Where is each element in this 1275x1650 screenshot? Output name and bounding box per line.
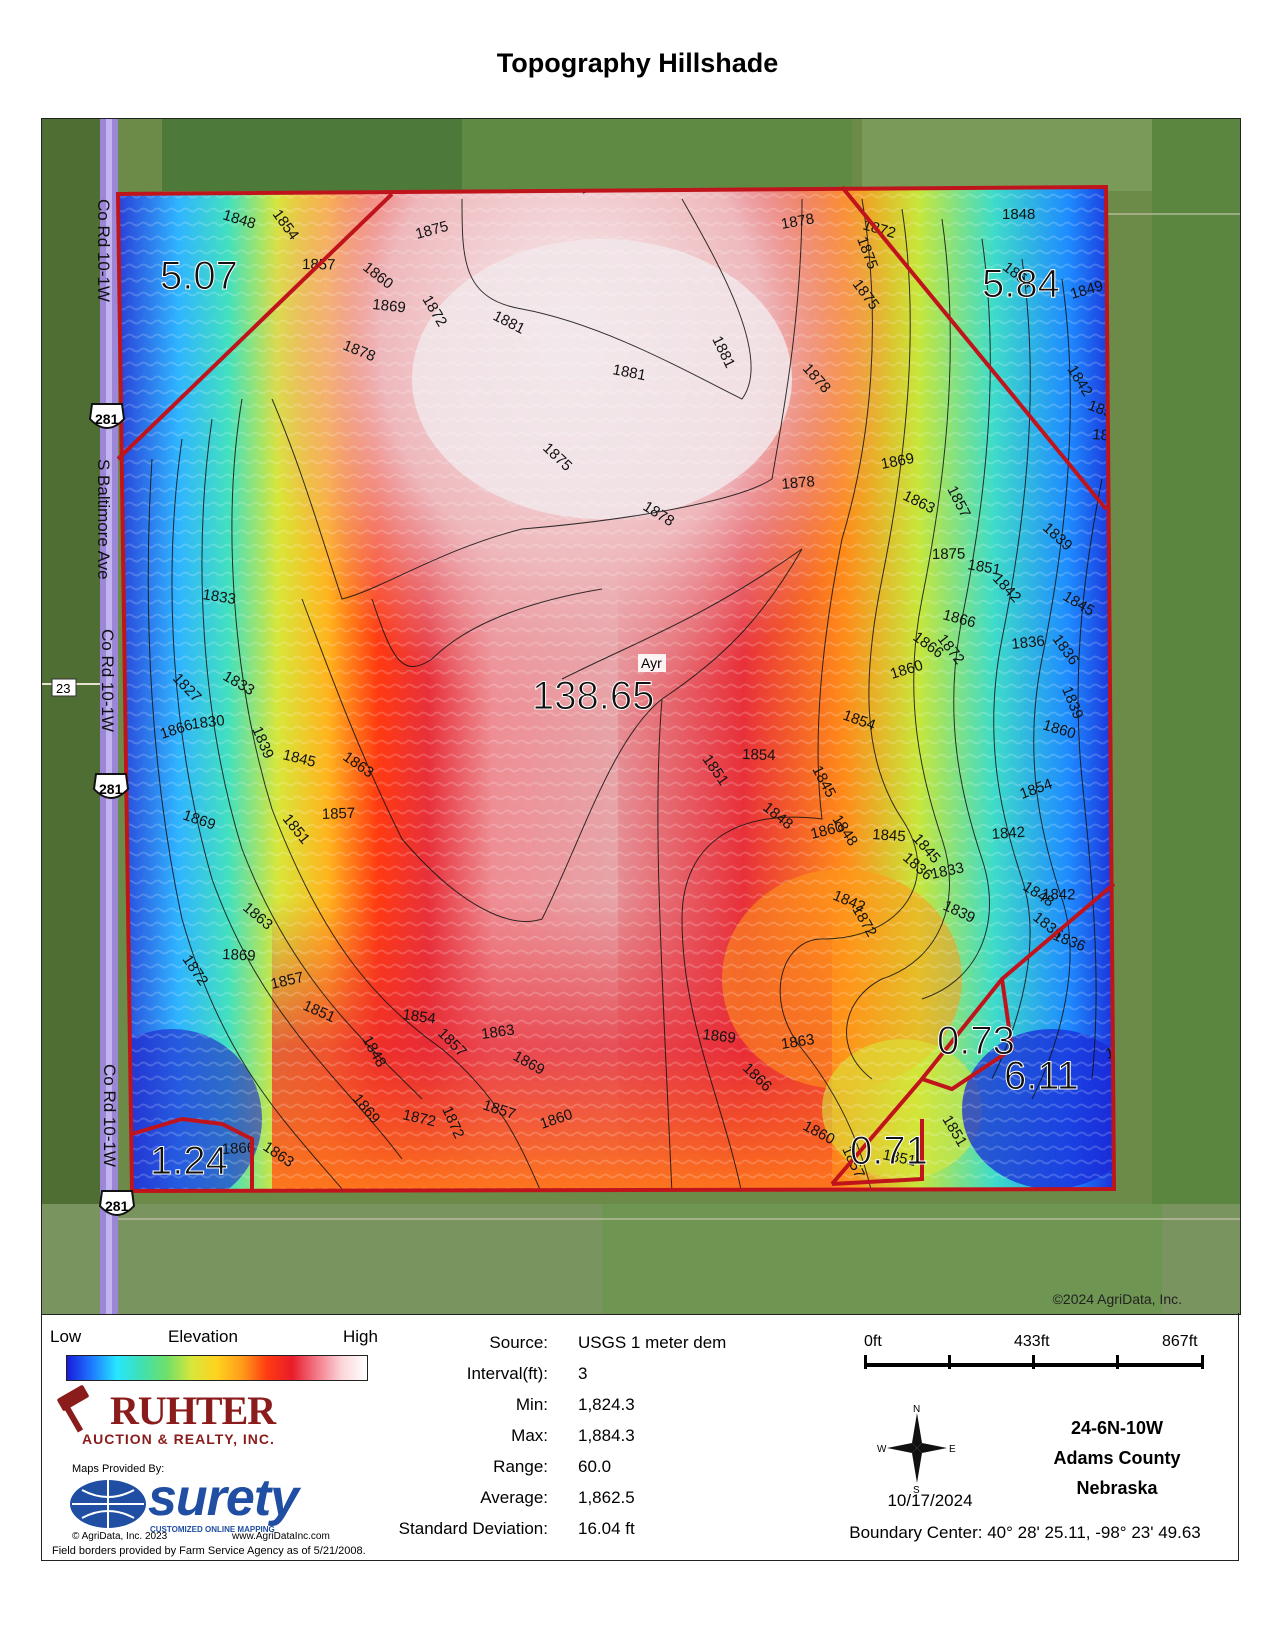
scale-label-867: 867ft [1162, 1333, 1198, 1350]
route-shield: 281 [98, 1190, 136, 1216]
aerial-field [462, 119, 852, 191]
scale-tick [948, 1355, 951, 1369]
scale-tick [1201, 1355, 1204, 1369]
surety-logo: surety CUSTOMIZED ONLINE MAPPING [68, 1469, 348, 1536]
agridata-copyright: © AgriData, Inc. 2023 [72, 1531, 168, 1542]
scale-bar: 0ft 433ft 867ft [864, 1333, 1214, 1383]
boundary-center: Boundary Center: 40° 28' 25.11, -98° 23'… [849, 1523, 1201, 1542]
scale-label-0: 0ft [864, 1333, 882, 1350]
legend-high: High [343, 1327, 378, 1346]
scale-label-433: 433ft [1014, 1333, 1050, 1350]
field-label-124[interactable]: 1.24 [150, 1139, 229, 1184]
field-label-13865[interactable]: 138.65 [532, 674, 655, 719]
field-label-611[interactable]: 6.11 [1004, 1054, 1080, 1099]
road-label: S Baltimore Ave [94, 459, 113, 580]
legend-panel: Low Elevation High RUHTER AUCTION & REAL… [41, 1313, 1239, 1561]
svg-text:N: N [913, 1404, 920, 1415]
scale-tick [1116, 1355, 1119, 1369]
surety-wordmark: surety [148, 1469, 299, 1527]
contour-label: 1878 [781, 473, 816, 493]
legend-elevation: Elevation [168, 1327, 238, 1346]
stat-row: Max: 1,884.3 [511, 1426, 635, 1445]
contour-label: 1848 [1002, 206, 1035, 223]
compass-icon: N S W E [877, 1404, 956, 1496]
elevation-gradient-bar [66, 1355, 368, 1381]
legend-low: Low [50, 1327, 82, 1346]
hillshade-map[interactable]: 1884184818541857186018751878187218691875… [42, 119, 1240, 1314]
field-label-507[interactable]: 5.07 [160, 254, 239, 299]
contour-label: 1836 [1011, 633, 1046, 653]
stat-row: Interval(ft): 3 [466, 1364, 588, 1383]
route-shield: 281 [92, 773, 130, 799]
road-label: Co Rd 10-1W [100, 1064, 119, 1167]
county-label: Adams County [1053, 1448, 1181, 1468]
section-label: 24-6N-10W [1070, 1418, 1164, 1438]
side-road-badge-label: 23 [56, 681, 70, 696]
map-viewport[interactable]: 1884184818541857186018751878187218691875… [41, 118, 1241, 1315]
svg-text:281: 281 [99, 781, 123, 797]
road-label: Co Rd 10-1W [98, 629, 117, 732]
page-title: Topography Hillshade [496, 48, 779, 78]
svg-text:E: E [949, 1444, 956, 1455]
stat-row: Min: 1,824.3 [515, 1395, 635, 1414]
svg-text:281: 281 [105, 1198, 129, 1214]
stat-row: Standard Deviation: 16.04 ft [398, 1519, 635, 1538]
road-label: Co Rd 10-1W [94, 199, 113, 302]
contour-label: 1845 [872, 826, 906, 845]
ruhter-subtitle: AUCTION & REALTY, INC. [82, 1431, 275, 1447]
fsa-note: Field borders provided by Farm Service A… [52, 1545, 366, 1557]
svg-text:W: W [877, 1444, 887, 1455]
aerial-field [862, 119, 1162, 191]
contour-label: 1869 [372, 296, 407, 316]
scale-tick [864, 1355, 867, 1369]
stat-row: Range: 60.0 [493, 1457, 612, 1476]
stat-row: Average: 1,862.5 [480, 1488, 635, 1507]
route-shield: 281 [88, 403, 126, 429]
scale-tick [1032, 1355, 1035, 1369]
contour-label: 1842 [991, 824, 1025, 843]
stat-row: Source: USGS 1 meter dem [489, 1333, 727, 1352]
field-label-071[interactable]: 0.71 [850, 1129, 929, 1174]
aerial-field [162, 119, 462, 191]
state-label: Nebraska [1076, 1478, 1158, 1498]
agridata-website[interactable]: www.AgriDataInc.com [232, 1531, 330, 1542]
globe-icon [70, 1480, 146, 1528]
contour-label: 1869 [222, 946, 256, 965]
location-block: 24-6N-10W Adams County Nebraska [1017, 1413, 1217, 1503]
field-label-584[interactable]: 5.84 [982, 262, 1061, 307]
contour-label: 1854 [742, 746, 776, 764]
aerial-strip [42, 119, 102, 1314]
contour-label: 1842 [1042, 886, 1076, 904]
compass-rose: N S W E [877, 1403, 957, 1496]
aerial-field [1152, 119, 1240, 1314]
ruhter-logo: RUHTER AUCTION & REALTY, INC. [52, 1385, 312, 1449]
contour-label: 1875 [932, 545, 966, 563]
stats-table: Source: USGS 1 meter dem Interval(ft): 3 M… [398, 1333, 762, 1550]
map-date: 10/17/2024 [887, 1491, 973, 1510]
svg-text:281: 281 [95, 411, 119, 427]
contour-label: 1857 [322, 805, 356, 823]
map-copyright: ©2024 AgriData, Inc. [1053, 1291, 1182, 1307]
gavel-icon [57, 1385, 89, 1433]
place-label-ayr: Ayr [641, 655, 662, 671]
ruhter-name: RUHTER [110, 1388, 276, 1433]
